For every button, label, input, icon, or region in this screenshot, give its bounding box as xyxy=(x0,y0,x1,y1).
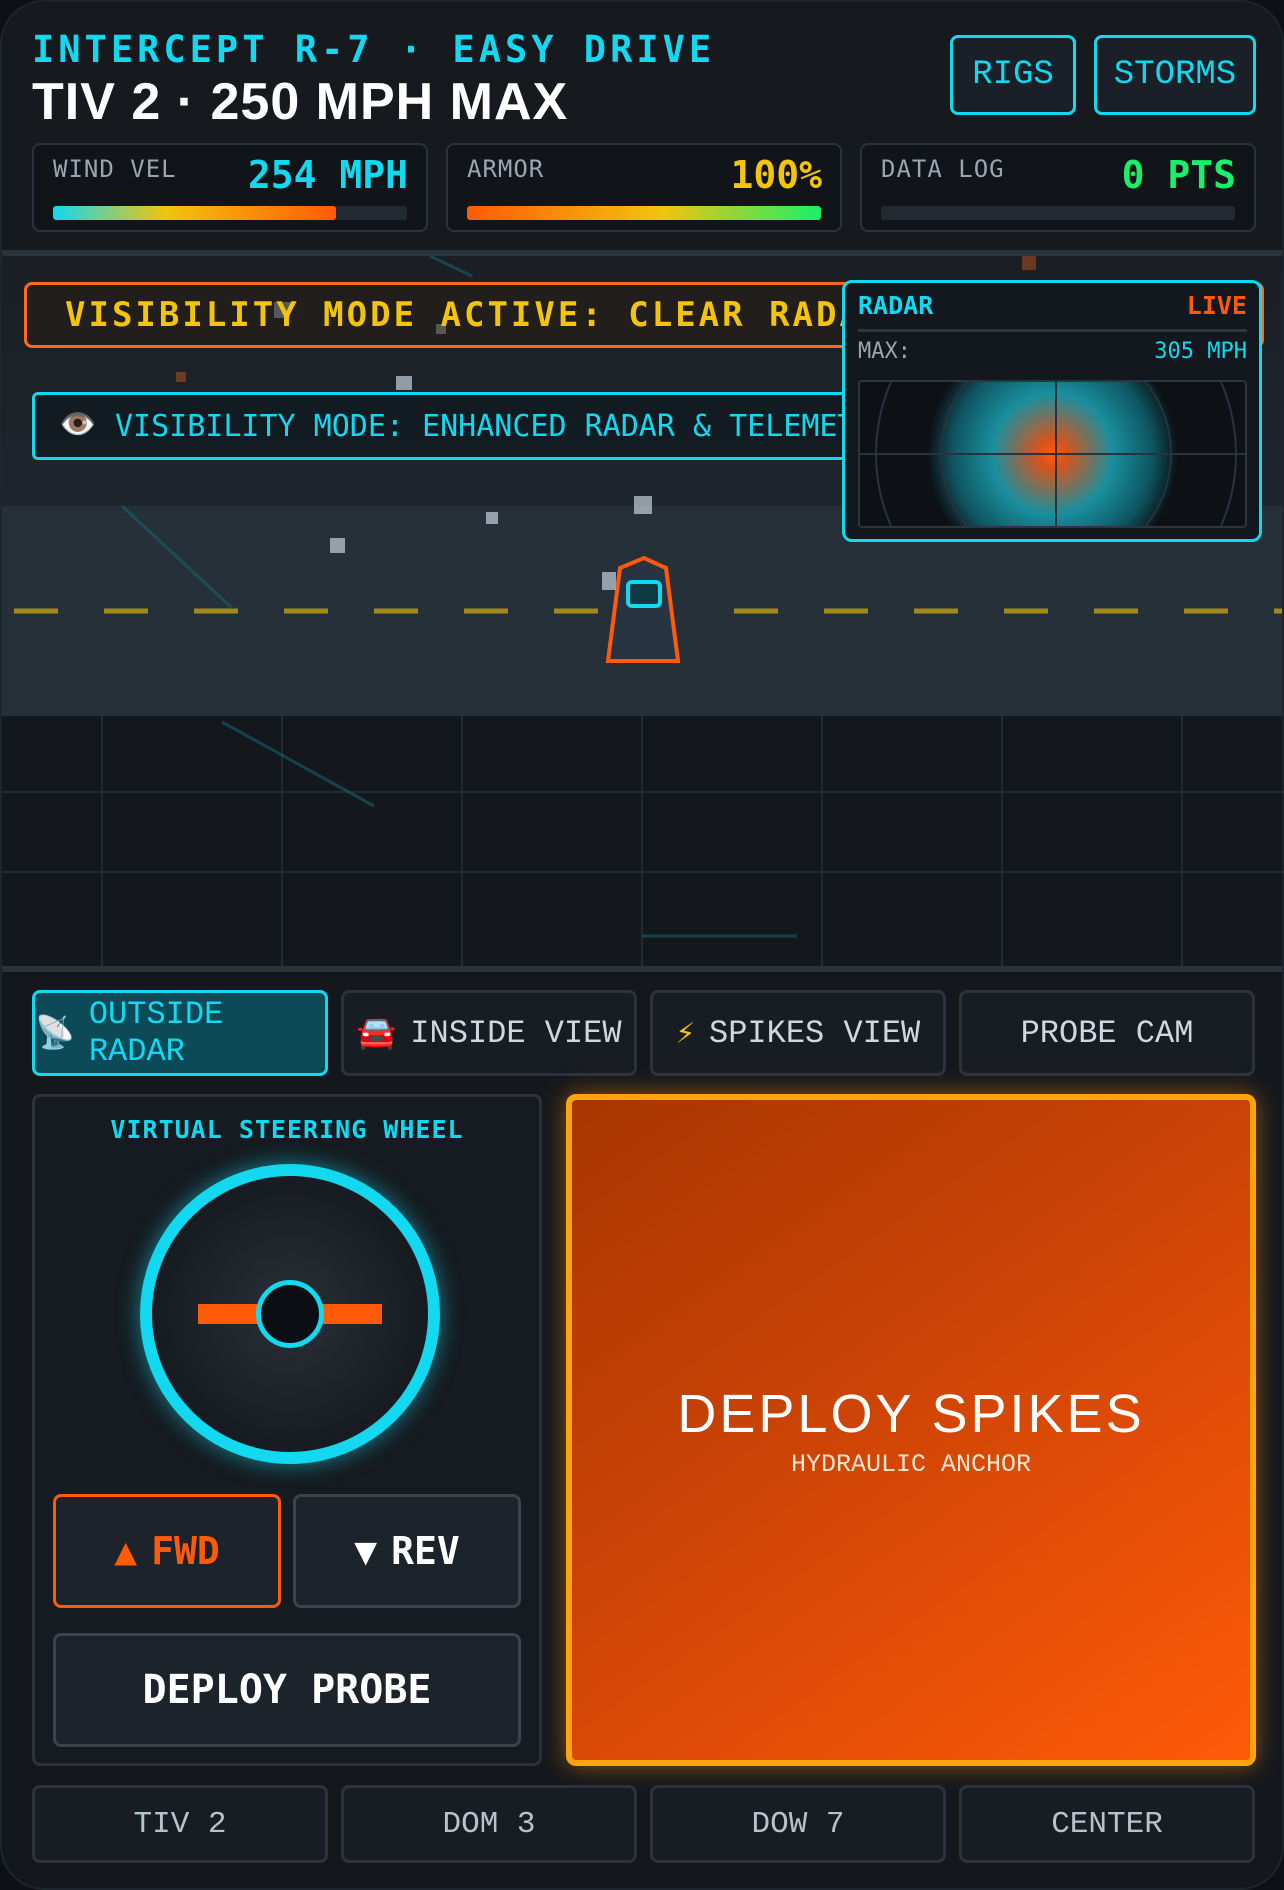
radar-screen xyxy=(858,380,1247,528)
rigs-button[interactable]: RIGS xyxy=(950,35,1076,115)
wind-velocity-fill xyxy=(53,206,337,220)
eye-icon: 👁️ xyxy=(59,408,97,441)
data-log-gauge: DATA LOG 0 PTS xyxy=(860,143,1256,232)
outside-radar-button[interactable]: 📡 OUTSIDE RADAR xyxy=(32,990,328,1076)
debris xyxy=(486,512,498,524)
location-dom3-button[interactable]: DOM 3 xyxy=(341,1785,637,1863)
probe-cam-button[interactable]: PROBE CAM xyxy=(959,990,1255,1076)
game-screen: INTERCEPT R-7 · EASY DRIVE TIV 2 · 250 M… xyxy=(0,0,1284,1890)
vehicle-subtitle: INTERCEPT R-7 · EASY DRIVE xyxy=(32,28,716,71)
visibility-mode-text: VISIBILITY MODE: ENHANCED RADAR & TELEME… xyxy=(115,409,862,444)
spikes-view-label: SPIKES VIEW xyxy=(709,1014,921,1052)
car-icon: 🚘 xyxy=(356,1016,397,1053)
steering-wheel-hub xyxy=(256,1280,324,1348)
spikes-view-button[interactable]: ⚡ SPIKES VIEW xyxy=(650,990,946,1076)
satellite-dish-icon: 📡 xyxy=(35,1016,75,1053)
armor-label: ARMOR xyxy=(467,155,545,183)
probe-cam-label: PROBE CAM xyxy=(1020,1014,1194,1052)
debris xyxy=(602,572,616,590)
location-tiv2-button[interactable]: TIV 2 xyxy=(32,1785,328,1863)
armor-fill xyxy=(467,206,821,220)
debris xyxy=(634,496,652,514)
forward-button[interactable]: ▲ FWD xyxy=(53,1494,281,1608)
data-log-value: 0 PTS xyxy=(1121,153,1236,197)
visibility-mode-banner: 👁️ VISIBILITY MODE: ENHANCED RADAR & TEL… xyxy=(32,392,862,460)
deploy-spikes-button[interactable]: DEPLOY SPIKES HYDRAULIC ANCHOR xyxy=(566,1094,1256,1766)
deploy-spikes-label: DEPLOY SPIKES xyxy=(677,1384,1145,1444)
location-dow7-button[interactable]: DOW 7 xyxy=(650,1785,946,1863)
down-arrow-icon: ▼ xyxy=(354,1529,378,1573)
location-center-button[interactable]: CENTER xyxy=(959,1785,1255,1863)
data-log-label: DATA LOG xyxy=(881,155,1005,183)
storms-button[interactable]: STORMS xyxy=(1094,35,1256,115)
hud-header: INTERCEPT R-7 · EASY DRIVE TIV 2 · 250 M… xyxy=(2,2,1282,252)
vehicle-title: TIV 2 · 250 MPH MAX xyxy=(32,73,569,131)
wind-velocity-value: 254 MPH xyxy=(247,153,408,197)
deploy-spikes-sublabel: HYDRAULIC ANCHOR xyxy=(790,1450,1032,1479)
inside-view-label: INSIDE VIEW xyxy=(410,1014,622,1052)
radar-live-badge: LIVE xyxy=(1186,291,1247,320)
game-viewport[interactable]: VISIBILITY MODE ACTIVE: CLEAR RADAR &amp… xyxy=(2,256,1282,966)
steering-wheel-title: VIRTUAL STEERING WHEEL xyxy=(110,1115,464,1144)
radar-title: RADAR xyxy=(858,291,934,320)
wind-velocity-label: WIND VEL xyxy=(53,155,177,183)
radar-divider xyxy=(858,329,1247,332)
armor-value: 100% xyxy=(730,153,822,197)
steering-wheel[interactable] xyxy=(140,1164,440,1464)
debris xyxy=(330,538,345,553)
armor-bar xyxy=(467,206,821,220)
forward-label: FWD xyxy=(151,1529,220,1573)
reverse-button[interactable]: ▼ REV xyxy=(293,1494,521,1608)
deploy-probe-button[interactable]: DEPLOY PROBE xyxy=(53,1633,521,1747)
radar-max-label: MAX: xyxy=(858,339,911,364)
debris xyxy=(1022,256,1036,270)
debris xyxy=(176,372,186,382)
radar-rings xyxy=(860,382,1245,526)
up-arrow-icon: ▲ xyxy=(114,1529,138,1573)
radar-max-value: 305 MPH xyxy=(1154,339,1247,364)
outside-radar-label: OUTSIDE RADAR xyxy=(88,996,224,1070)
data-log-bar xyxy=(881,206,1235,220)
wind-velocity-bar xyxy=(53,206,407,220)
armor-gauge: ARMOR 100% xyxy=(446,143,842,232)
wind-velocity-gauge: WIND VEL 254 MPH xyxy=(32,143,428,232)
steering-panel: VIRTUAL STEERING WHEEL ▲ FWD ▼ REV DEPLO… xyxy=(32,1094,542,1766)
lightning-icon: ⚡ xyxy=(675,1016,696,1053)
reverse-label: REV xyxy=(391,1529,460,1573)
inside-view-button[interactable]: 🚘 INSIDE VIEW xyxy=(341,990,637,1076)
intercept-vehicle xyxy=(605,555,681,663)
debris xyxy=(396,376,412,390)
radar-panel: RADAR LIVE MAX: 305 MPH xyxy=(842,280,1262,542)
scene-divider xyxy=(2,966,1282,972)
